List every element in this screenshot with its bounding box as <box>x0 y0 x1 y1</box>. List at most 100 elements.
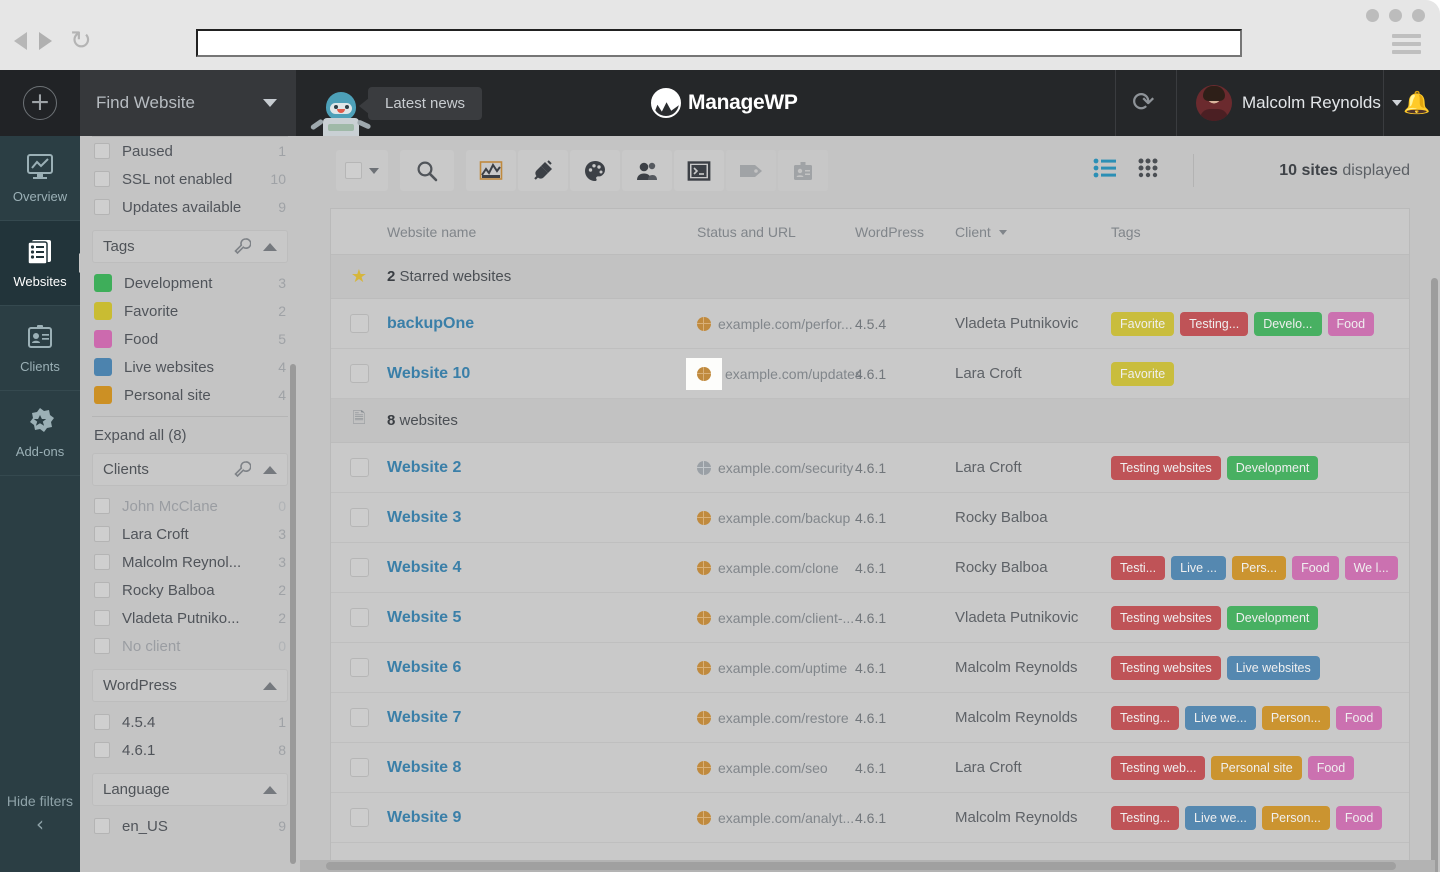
row-checkbox[interactable] <box>349 458 369 477</box>
tag-badge[interactable]: Development <box>1226 455 1319 480</box>
hamburger-menu-icon[interactable] <box>1392 34 1421 58</box>
forward-arrow-icon[interactable] <box>39 32 52 50</box>
tag-badge[interactable]: Testing websites <box>1111 605 1221 630</box>
filter-checkbox[interactable] <box>94 610 110 626</box>
filter-row-4-6-1[interactable]: 4.6.1 8 <box>80 736 300 764</box>
table-row[interactable]: Website 6 example.com/uptime 4.6.1 Malcolm … <box>331 643 1409 693</box>
filter-row-no-client[interactable]: No client 0 <box>80 632 300 660</box>
caret-up-icon[interactable] <box>263 681 277 690</box>
main-horizontal-scrollbar[interactable] <box>300 860 1435 872</box>
filter-row-development[interactable]: Development 3 <box>80 269 300 297</box>
console-button[interactable] <box>674 150 724 191</box>
window-controls[interactable] <box>1366 9 1425 22</box>
assign-client-button[interactable] <box>778 150 828 191</box>
filter-checkbox[interactable] <box>94 526 110 542</box>
window-dot[interactable] <box>1366 9 1379 22</box>
tag-badge[interactable]: Food <box>1335 705 1383 730</box>
status-url-cell[interactable]: example.com/seo <box>697 760 855 776</box>
tag-badge[interactable]: Live ... <box>1171 555 1226 580</box>
website-name-link[interactable]: Website 2 <box>387 459 461 476</box>
users-button[interactable] <box>622 150 672 191</box>
hide-filters-button[interactable]: Hide filters ‹ <box>0 792 80 834</box>
tag-badge[interactable]: Food <box>1335 805 1383 830</box>
filter-checkbox[interactable] <box>94 199 110 215</box>
reload-icon[interactable]: ↻ <box>70 28 92 54</box>
filters-section-language[interactable]: Language <box>92 773 288 806</box>
tag-badge[interactable]: Testing... <box>1180 311 1249 336</box>
website-name-link[interactable]: Website 3 <box>387 509 461 526</box>
row-checkbox[interactable] <box>349 558 369 577</box>
row-checkbox[interactable] <box>349 658 369 677</box>
tag-badge[interactable]: Personal site <box>1211 755 1302 780</box>
table-row[interactable]: Website 2 example.com/security 4.6.1 Lara C… <box>331 443 1409 493</box>
status-url-cell[interactable]: example.com/security <box>697 460 855 476</box>
tag-badge[interactable]: Person... <box>1261 705 1330 730</box>
row-checkbox[interactable] <box>349 808 369 827</box>
website-name-link[interactable]: Website 5 <box>387 609 461 626</box>
table-row[interactable]: Website 7 example.com/restore 4.6.1 Malcolm… <box>331 693 1409 743</box>
filter-row-favorite[interactable]: Favorite 2 <box>80 297 300 325</box>
website-name-link[interactable]: Website 6 <box>387 659 461 676</box>
caret-up-icon[interactable] <box>263 465 277 474</box>
filter-row-malcolm-reynol[interactable]: Malcolm Reynol... 3 <box>80 548 300 576</box>
filter-checkbox[interactable] <box>94 582 110 598</box>
sync-button[interactable]: ⟳ <box>1115 70 1177 136</box>
column-header-client[interactable]: Client <box>955 224 1111 240</box>
filter-checkbox[interactable] <box>94 714 110 730</box>
main-vertical-scrollbar[interactable] <box>1431 278 1438 872</box>
tag-badge[interactable]: Testi... <box>1111 555 1166 580</box>
globe-icon-highlight[interactable] <box>686 357 722 390</box>
tag-badge[interactable]: We l... <box>1344 555 1398 580</box>
tag-badge[interactable]: Pers... <box>1231 555 1287 580</box>
website-name-link[interactable]: backupOne <box>387 315 474 332</box>
latest-news-tooltip[interactable]: Latest news <box>358 87 483 120</box>
filter-row-personal-site[interactable]: Personal site 4 <box>80 381 300 409</box>
tag-badge[interactable]: Testing websites <box>1111 655 1221 680</box>
sidebar-item-websites[interactable]: Websites <box>0 221 89 306</box>
plugins-button[interactable] <box>518 150 568 191</box>
status-url-cell[interactable]: example.com/restore <box>697 710 855 726</box>
grid-view-icon[interactable] <box>1138 158 1160 178</box>
tag-badge[interactable]: Live we... <box>1185 705 1256 730</box>
website-name-link[interactable]: Website 9 <box>387 809 461 826</box>
user-menu[interactable]: Malcolm Reynolds <box>1196 85 1402 121</box>
table-row[interactable]: Website 4 example.com/clone 4.6.1 Rocky Bal… <box>331 543 1409 593</box>
filter-row-lara-croft[interactable]: Lara Croft 3 <box>80 520 300 548</box>
tag-badge[interactable]: Food <box>1327 311 1375 336</box>
website-name-link[interactable]: Website 10 <box>387 365 470 382</box>
add-website-button[interactable]: + <box>23 86 57 120</box>
filters-section-tags[interactable]: Tags <box>92 230 288 263</box>
tag-badge[interactable]: Live we... <box>1185 805 1256 830</box>
filter-checkbox[interactable] <box>94 818 110 834</box>
select-all-dropdown[interactable] <box>336 150 388 191</box>
column-header-wordpress[interactable]: WordPress <box>855 224 955 240</box>
window-dot[interactable] <box>1412 9 1425 22</box>
list-view-icon[interactable] <box>1093 158 1117 178</box>
filter-checkbox[interactable] <box>94 143 110 159</box>
tag-badge[interactable]: Person... <box>1261 805 1330 830</box>
sidebar-item-overview[interactable]: Overview <box>0 136 80 221</box>
table-row[interactable]: Website 3 example.com/backup 4.6.1 Rocky Ba… <box>331 493 1409 543</box>
filter-checkbox[interactable] <box>94 498 110 514</box>
tag-badge[interactable]: Favorite <box>1111 361 1175 386</box>
website-name-link[interactable]: Website 7 <box>387 709 461 726</box>
filter-checkbox[interactable] <box>94 554 110 570</box>
filter-row-rocky-balboa[interactable]: Rocky Balboa 2 <box>80 576 300 604</box>
tag-badge[interactable]: Testing... <box>1111 705 1180 730</box>
wrench-icon[interactable] <box>234 461 251 478</box>
expand-all-link[interactable]: Expand all (8) <box>92 416 288 444</box>
table-row[interactable]: Website 9 example.com/analyt... 4.6.1 Malco… <box>331 793 1409 843</box>
status-url-cell[interactable]: example.com/client-... <box>697 610 855 626</box>
row-checkbox[interactable] <box>349 608 369 627</box>
tags-button[interactable] <box>726 150 776 191</box>
row-checkbox[interactable] <box>349 758 369 777</box>
row-checkbox[interactable] <box>349 314 369 333</box>
notifications-button[interactable]: 🔔 <box>1383 70 1440 136</box>
tag-badge[interactable]: Favorite <box>1111 311 1175 336</box>
filter-row-live-websites[interactable]: Live websites 4 <box>80 353 300 381</box>
column-header-status-url[interactable]: Status and URL <box>697 224 855 240</box>
performance-button[interactable] <box>466 150 516 191</box>
tag-badge[interactable]: Testing websites <box>1111 455 1221 480</box>
filter-row-4-5-4[interactable]: 4.5.4 1 <box>80 708 300 736</box>
column-header-website-name[interactable]: Website name <box>387 224 697 240</box>
